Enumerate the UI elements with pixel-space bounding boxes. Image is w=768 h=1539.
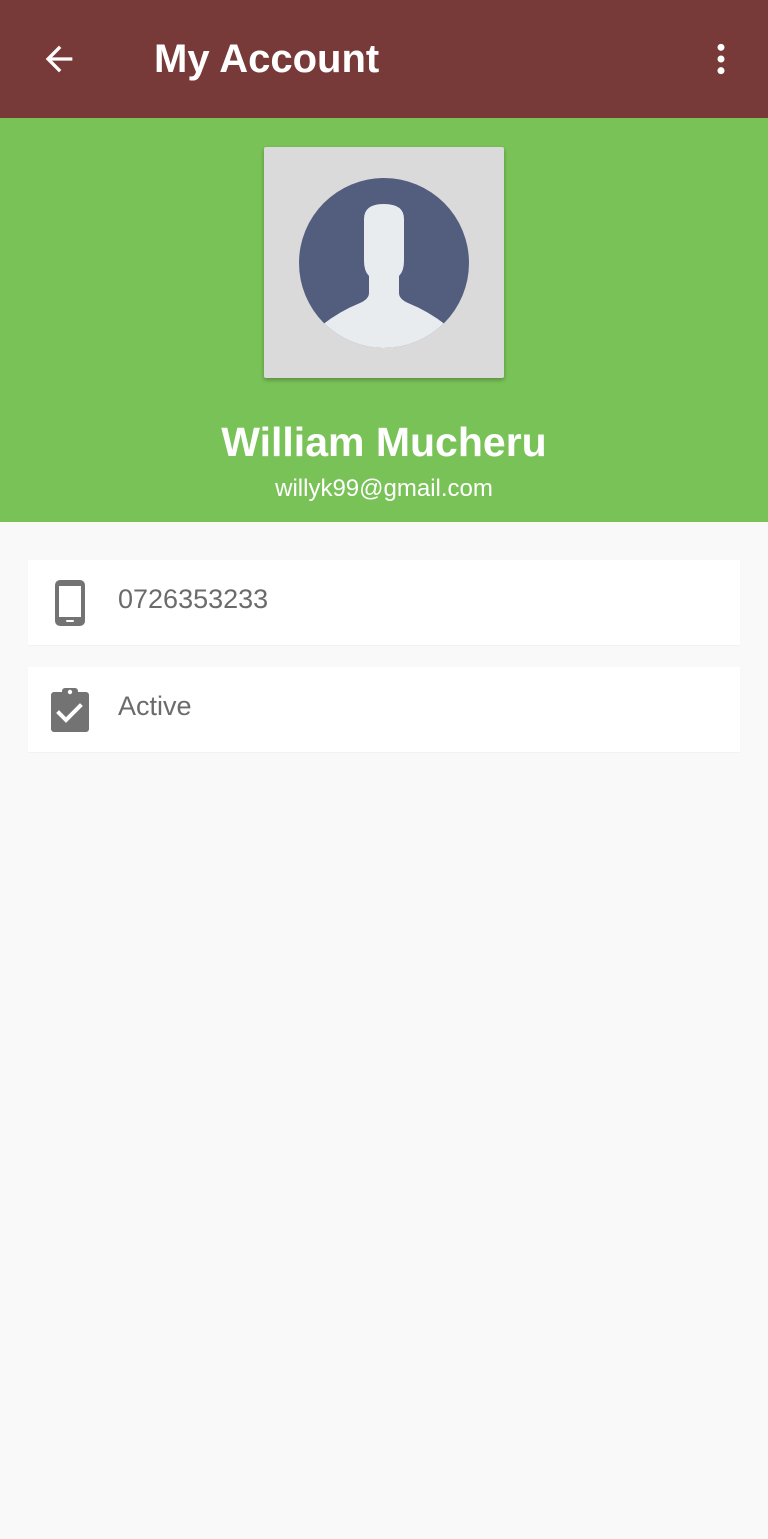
page-title: My Account	[154, 37, 380, 81]
app-bar: My Account	[0, 0, 768, 118]
clipboard-check-icon	[48, 685, 92, 735]
avatar[interactable]	[264, 147, 504, 378]
account-status: Active	[118, 691, 192, 721]
phone-number: 0726353233	[118, 584, 269, 614]
status-card[interactable]: Active	[28, 667, 740, 752]
more-vertical-icon	[717, 43, 725, 75]
user-email: willyk99@gmail.com	[275, 475, 493, 502]
back-button[interactable]	[28, 28, 90, 90]
arrow-left-icon	[45, 45, 73, 73]
smartphone-icon	[48, 578, 92, 628]
user-placeholder-icon	[299, 177, 469, 348]
overflow-menu-button[interactable]	[692, 28, 750, 90]
user-name: William Mucheru	[221, 419, 547, 465]
profile-header: William Mucheru willyk99@gmail.com	[0, 118, 768, 522]
phone-card[interactable]: 0726353233	[28, 560, 740, 645]
